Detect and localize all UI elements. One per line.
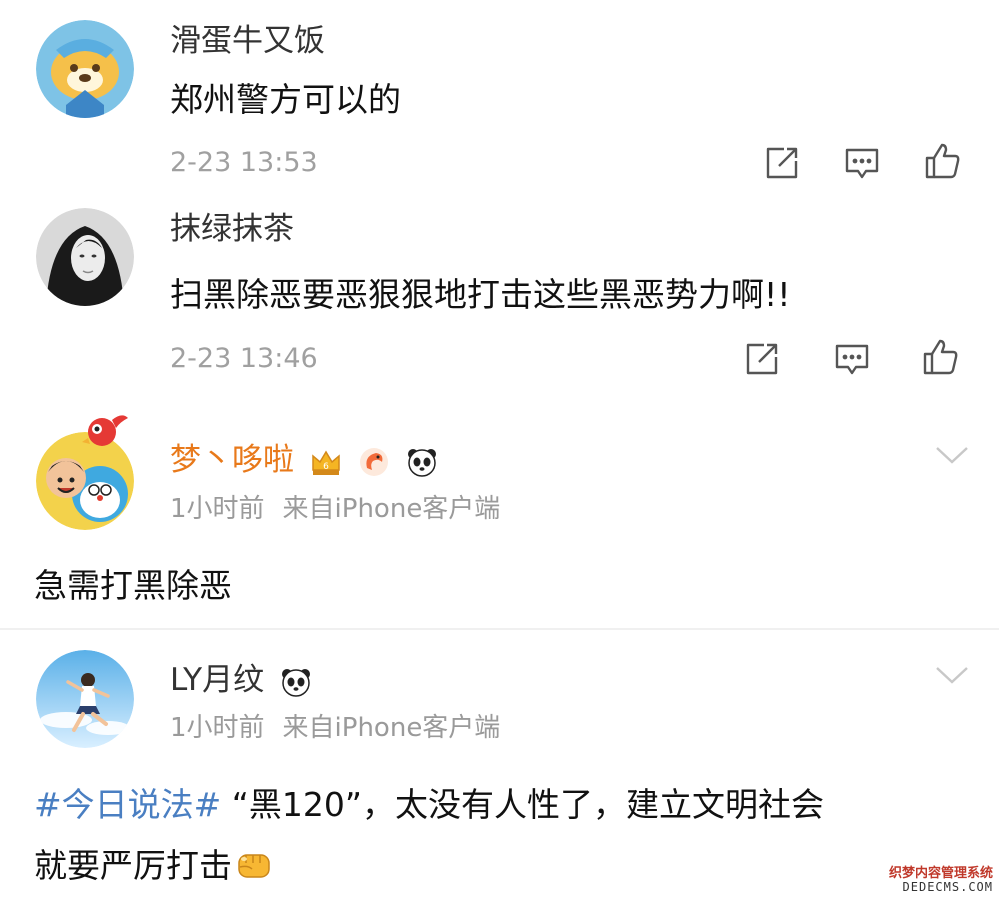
avatar[interactable] bbox=[36, 20, 134, 118]
divider bbox=[0, 628, 999, 630]
comment-username[interactable]: 抹绿抹茶 bbox=[170, 214, 294, 245]
post-text: “黑120”，太没有人性了，建立文明社会 bbox=[221, 785, 824, 824]
avatar[interactable] bbox=[36, 650, 134, 748]
post-username[interactable]: LY月纹 bbox=[170, 665, 312, 698]
hashtag-link[interactable]: #今日说法# bbox=[34, 785, 221, 824]
comment-text: 扫黑除恶要恶狠狠地打击这些黑恶势力啊!! bbox=[170, 275, 791, 314]
panda-badge-icon bbox=[406, 446, 438, 478]
avatar-decoration-icon bbox=[82, 408, 130, 452]
comment-time: 2-23 13:46 bbox=[170, 343, 318, 374]
post-meta: 1小时前 来自iPhone客户端 bbox=[170, 715, 518, 741]
share-icon[interactable] bbox=[762, 143, 802, 183]
post-text: 就要严厉打击 bbox=[34, 846, 232, 885]
crown-badge-icon: 6 bbox=[310, 446, 342, 478]
post-text-line2: 就要严厉打击 bbox=[34, 845, 274, 885]
share-icon[interactable] bbox=[742, 339, 782, 379]
post-username-text: 梦丶哆啦 bbox=[170, 442, 294, 478]
watermark-title: 织梦内容管理系统 bbox=[888, 865, 993, 881]
comment-text: 郑州警方可以的 bbox=[170, 80, 401, 119]
comment-username[interactable]: 滑蛋牛又饭 bbox=[170, 26, 325, 57]
fist-emoji-icon bbox=[234, 845, 274, 885]
watermark: 织梦内容管理系统 DEDECMS.COM bbox=[888, 865, 993, 894]
post-source[interactable]: 来自iPhone客户端 bbox=[283, 494, 501, 524]
post-meta: 1小时前 来自iPhone客户端 bbox=[170, 496, 518, 522]
avatar[interactable] bbox=[36, 208, 134, 306]
svg-text:6: 6 bbox=[323, 462, 329, 472]
shrimp-badge-icon bbox=[358, 446, 390, 478]
comment-time: 2-23 13:53 bbox=[170, 147, 318, 178]
post-source[interactable]: 来自iPhone客户端 bbox=[283, 713, 501, 743]
post-text-line1: #今日说法# “黑120”，太没有人性了，建立文明社会 bbox=[34, 788, 824, 821]
chevron-down-icon[interactable] bbox=[934, 444, 970, 466]
panda-badge-icon bbox=[280, 666, 312, 698]
like-icon[interactable] bbox=[922, 141, 962, 181]
post-username-text: LY月纹 bbox=[170, 662, 265, 698]
comment-icon[interactable] bbox=[842, 143, 882, 183]
post-time: 1小时前 bbox=[170, 713, 265, 743]
post-text: 急需打黑除恶 bbox=[34, 566, 232, 605]
watermark-url: DEDECMS.COM bbox=[902, 879, 993, 894]
comment-icon[interactable] bbox=[832, 339, 872, 379]
post-username[interactable]: 梦丶哆啦 6 bbox=[170, 445, 438, 478]
post-time: 1小时前 bbox=[170, 494, 265, 524]
chevron-down-icon[interactable] bbox=[934, 664, 970, 686]
like-icon[interactable] bbox=[920, 337, 960, 377]
